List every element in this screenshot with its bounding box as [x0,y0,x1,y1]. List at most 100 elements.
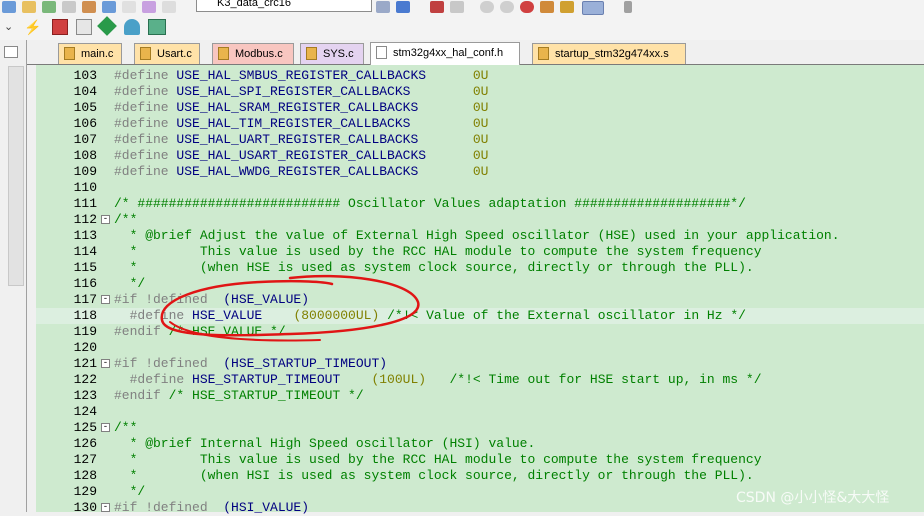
code-token: (100UL) [371,372,427,387]
code-token: HSE_STARTUP_TIMEOUT [192,372,372,387]
code-token: 0U [472,116,489,131]
code-line[interactable]: 128 * (when HSI is used as system clock … [36,468,924,484]
toolbar-button-icon[interactable] [450,1,464,13]
code-token: */ [114,276,146,291]
toolbar-button-icon[interactable] [42,1,56,13]
fold-toggle-icon[interactable]: - [101,503,110,512]
code-line[interactable]: 127 * This value is used by the RCC HAL … [36,452,924,468]
wrench-icon[interactable] [624,1,632,13]
build-icon[interactable] [76,19,92,35]
file-icon [64,47,75,60]
code-line[interactable]: 109 #define USE_HAL_WWDG_REGISTER_CALLBAC… [36,164,924,180]
code-text: /** [114,212,137,228]
code-token: 0U [472,164,489,179]
panel-scrollbar[interactable] [8,66,24,286]
code-token: USE_HAL_UART_REGISTER_CALLBACKS [176,132,473,147]
toolbar-button-icon[interactable] [62,1,76,13]
code-line[interactable]: 126 * @brief Internal High Speed oscilla… [36,436,924,452]
fold-toggle-icon[interactable]: - [101,423,110,432]
toolbar-button-icon[interactable] [102,1,116,13]
code-text: /* ########################## Oscillator… [114,196,746,212]
line-number: 123 [73,388,97,403]
toolbar-button-icon[interactable] [142,1,156,13]
tab-bar: main.c Usart.c Modbus.c SYS.c stm32g4xx_… [0,40,924,65]
code-token: #define [114,372,193,387]
code-line[interactable]: 106 #define USE_HAL_TIM_REGISTER_CALLBACK… [36,116,924,132]
code-line[interactable]: 103 #define USE_HAL_SMBUS_REGISTER_CALLBA… [36,68,924,84]
code-text: * (when HSI is used as system clock sour… [114,468,754,484]
code-line[interactable]: 111 /* ########################## Oscilla… [36,196,924,212]
line-number: 112 [73,212,97,227]
file-icon [376,46,387,59]
line-number: 113 [73,228,97,243]
toolbar-button-icon[interactable] [82,1,96,13]
code-line[interactable]: 104 #define USE_HAL_SPI_REGISTER_CALLBACK… [36,84,924,100]
debug-icon[interactable] [500,1,514,13]
code-line[interactable]: 122 #define HSE_STARTUP_TIMEOUT (100UL) … [36,372,924,388]
toolbar-button-icon[interactable] [122,1,136,13]
fold-toggle-icon[interactable]: - [101,295,110,304]
code-line[interactable]: 105 #define USE_HAL_SRAM_REGISTER_CALLBAC… [36,100,924,116]
download-icon[interactable] [124,19,140,35]
fold-toggle-icon[interactable]: - [101,359,110,368]
toolbar-button-icon[interactable] [22,1,36,13]
debug-icon[interactable] [480,1,494,13]
code-token: USE_HAL_WWDG_REGISTER_CALLBACKS [176,164,473,179]
search-icon[interactable] [430,1,444,13]
line-number: 118 [73,308,97,323]
code-text: #define USE_HAL_USART_REGISTER_CALLBACKS… [114,148,488,164]
code-token: /** [114,212,138,227]
file-icon [306,47,317,60]
code-token: /* HSE_STARTUP_TIMEOUT */ [168,388,364,403]
code-line[interactable]: 110 [36,180,924,196]
file-icon [538,47,549,60]
breakpoint-icon[interactable] [520,1,534,13]
tab-main-c[interactable]: main.c [58,43,122,64]
code-text: */ [114,276,146,292]
code-line[interactable]: 107 #define USE_HAL_UART_REGISTER_CALLBAC… [36,132,924,148]
line-number: 114 [73,244,97,259]
rebuild-icon[interactable] [97,16,117,36]
code-line[interactable]: 108 #define USE_HAL_USART_REGISTER_CALLBA… [36,148,924,164]
code-token: /*!< Time out for HSE start up, in ms */ [426,372,762,387]
tab-stm32g4xx-hal-conf-h[interactable]: stm32g4xx_hal_conf.h [370,42,520,65]
fold-toggle-icon[interactable]: - [101,215,110,224]
tab-usart-c[interactable]: Usart.c [134,43,200,64]
tab-sys-c[interactable]: SYS.c [300,43,364,64]
toolbar-button-icon[interactable] [560,1,574,13]
code-line[interactable]: 125-/** [36,420,924,436]
toolbar-button-icon[interactable] [2,1,16,13]
tab-label: startup_stm32g474xx.s [555,48,669,60]
toolbar-button-icon[interactable] [162,1,176,13]
code-token: #if !defined [114,500,224,515]
magic-wand-icon[interactable]: ⚡ [24,19,41,35]
code-token: */ [114,484,146,499]
code-text: #define USE_HAL_WWDG_REGISTER_CALLBACKS … [114,164,488,180]
target-select[interactable]: K3_data_crc16 [196,0,372,12]
toolbar-button-icon[interactable] [376,1,390,13]
code-text: #define USE_HAL_UART_REGISTER_CALLBACKS … [114,132,488,148]
chevron-down-icon[interactable]: ⌄ [4,20,13,34]
code-token: #endif [114,388,169,403]
code-line[interactable]: 121- #if !defined (HSE_STARTUP_TIMEOUT) [36,356,924,372]
code-line[interactable]: 112-/** [36,212,924,228]
toolbar-button-icon[interactable] [540,1,554,13]
code-line[interactable]: 124 [36,404,924,420]
line-number: 116 [73,276,97,291]
window-layout-icon[interactable] [582,1,604,15]
line-number: 127 [73,452,97,467]
tab-startup-stm32g474xx-s[interactable]: startup_stm32g474xx.s [532,43,686,64]
toolbar-button-icon[interactable] [396,1,410,13]
code-line[interactable]: 114 * This value is used by the RCC HAL … [36,244,924,260]
translate-icon[interactable] [52,19,68,35]
code-text: #endif /* HSE_STARTUP_TIMEOUT */ [114,388,364,404]
panel-icon[interactable] [4,46,18,58]
code-line[interactable]: 123 #endif /* HSE_STARTUP_TIMEOUT */ [36,388,924,404]
code-token: #define [114,148,177,163]
red-circle-annotation [160,274,420,342]
watermark: CSDN @小小怪&大大怪 [736,490,890,506]
target-label: K3_data_crc16 [217,0,291,9]
options-icon[interactable] [148,19,166,35]
code-line[interactable]: 113 * @brief Adjust the value of Externa… [36,228,924,244]
tab-modbus-c[interactable]: Modbus.c [212,43,294,64]
